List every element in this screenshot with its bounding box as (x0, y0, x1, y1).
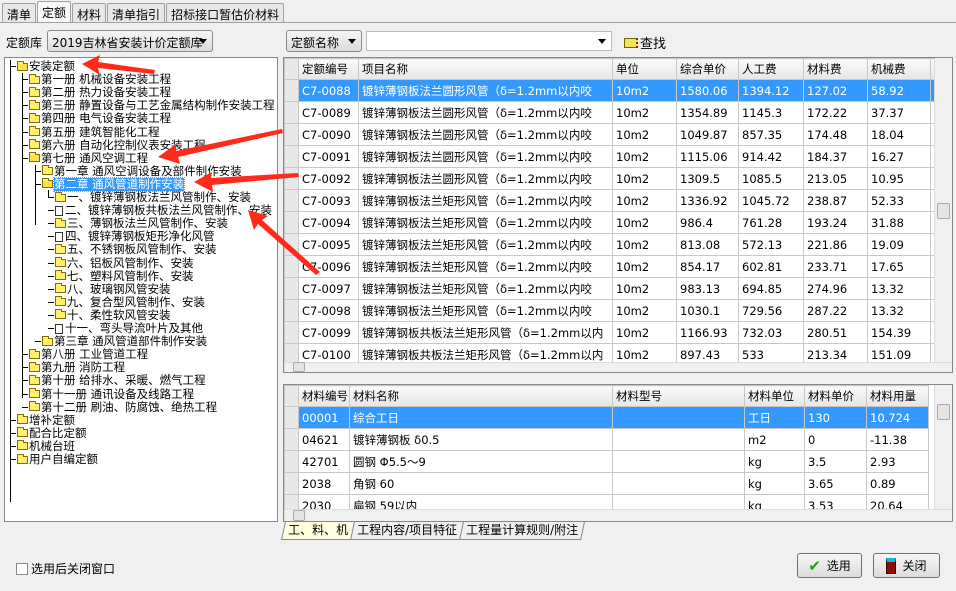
annotation-arrows (82, 55, 320, 275)
annotation-arrow (194, 172, 299, 192)
annotation-arrow (158, 129, 283, 164)
annotation-arrow (82, 55, 155, 75)
annotation-arrow (248, 210, 320, 275)
